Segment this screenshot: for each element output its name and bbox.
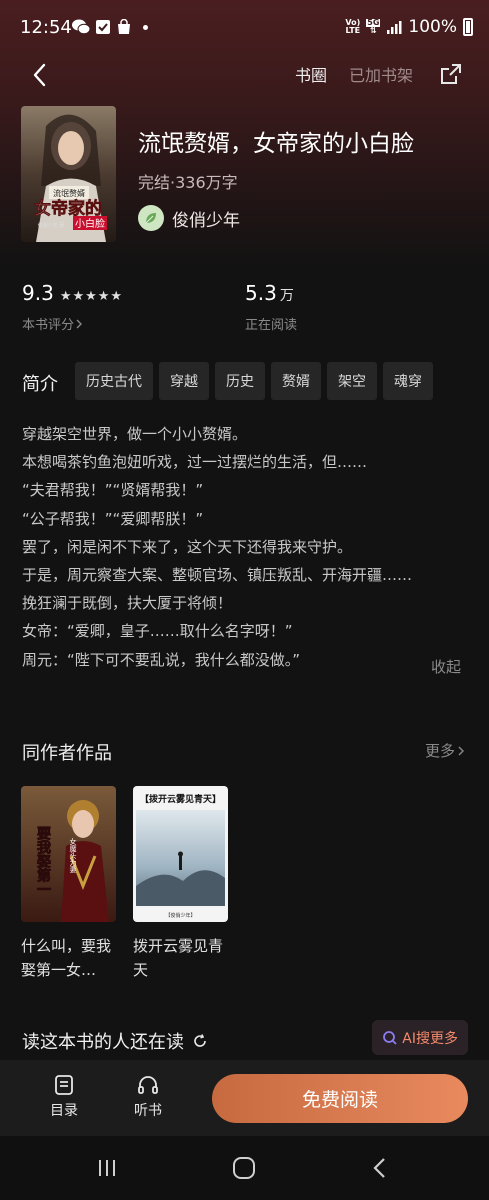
leaf-icon	[145, 213, 156, 224]
volte-indicator: Vo) LTE	[345, 18, 361, 35]
author-avatar	[138, 205, 164, 231]
battery-icon	[463, 18, 473, 36]
work-cover: 【拨开云雾见青天】 【俊俏少年】	[133, 786, 228, 922]
share-icon[interactable]	[439, 62, 463, 86]
synopsis-line: “夫君帮我！”“贤婿帮我！”	[22, 481, 204, 500]
toc-icon	[55, 1075, 73, 1095]
toc-label: 目录	[50, 1103, 78, 1119]
synopsis: 穿越架空世界，做一个小小赘婿。 本想喝茶钓鱼泡妞听戏，过一过摆烂的生活，但…… …	[22, 420, 470, 674]
signal-icon	[387, 21, 402, 34]
author-row[interactable]: 俊俏少年	[138, 205, 240, 231]
back-arrow-icon[interactable]	[26, 60, 56, 90]
readers-stat: 5.3 万 正在阅读	[245, 281, 297, 333]
work-card[interactable]: 要我娶第一 女魔头为妻 什么叫，要我娶第一女…	[21, 786, 117, 982]
readers-unit: 万	[279, 288, 294, 304]
tag-item[interactable]: 历史古代	[75, 362, 153, 400]
work-title: 什么叫，要我娶第一女…	[21, 937, 112, 979]
rating-stat[interactable]: 9.3 ★★★★★ 本书评分	[22, 281, 123, 333]
wechat-icon	[72, 19, 90, 35]
rating-value: 9.3	[22, 281, 54, 305]
synopsis-line: 穿越架空世界，做一个小小赘婿。	[22, 425, 248, 443]
more-label: 更多	[424, 742, 455, 760]
readers-value: 5.3	[245, 281, 277, 305]
book-status-wordcount: 完结·336万字	[138, 173, 238, 192]
work-cover: 要我娶第一 女魔头为妻	[21, 786, 116, 922]
tag-item[interactable]: 历史	[215, 362, 265, 400]
work-card[interactable]: 【拨开云雾见青天】 【俊俏少年】 拨开云雾见青天	[133, 786, 229, 982]
tag-item[interactable]: 穿越	[159, 362, 209, 400]
tag-item[interactable]: 架空	[327, 362, 377, 400]
bottom-action-bar: 目录 听书 免费阅读	[0, 1060, 489, 1136]
status-time: 12:54	[20, 17, 72, 38]
book-cover[interactable]: 流氓赘婿 女帝家的 小白脸 俊俏少年 著	[21, 106, 116, 242]
battery-percent: 100%	[408, 17, 457, 37]
synopsis-line: 挽狂澜于既倒，扶大厦于将倾！	[22, 594, 233, 613]
network-5g-indicator: 5G ⇅	[366, 18, 381, 35]
svg-text:流氓赘婿: 流氓赘婿	[53, 188, 85, 198]
svg-text:女帝家的: 女帝家的	[34, 198, 102, 219]
listen-button[interactable]: 听书	[123, 1074, 173, 1120]
status-bar: 12:54 Vo) LTE 5G ⇅ 100%	[0, 0, 489, 56]
svg-text:【俊俏少年】: 【俊俏少年】	[165, 912, 195, 919]
more-link[interactable]: 更多	[425, 740, 467, 761]
book-title: 流氓赘婿，女帝家的小白脸	[138, 131, 414, 157]
intro-heading: 简介	[22, 374, 58, 395]
book-cover-art: 流氓赘婿 女帝家的 小白脸 俊俏少年 著	[21, 106, 116, 242]
recent-apps-icon[interactable]	[92, 1156, 122, 1180]
synopsis-line: “公子帮我！”“爱卿帮朕！”	[22, 509, 204, 528]
chevron-right-icon	[458, 746, 464, 755]
search-icon	[383, 1030, 397, 1045]
tag-item[interactable]: 赘婿	[271, 362, 321, 400]
svg-text:要我娶第一: 要我娶第一	[35, 826, 51, 896]
author-name: 俊俏少年	[172, 210, 240, 231]
tag-item[interactable]: 魂穿	[383, 362, 433, 400]
readers-label: 正在阅读	[245, 318, 298, 333]
rating-stars: ★★★★★	[59, 289, 124, 304]
headphones-icon	[138, 1076, 158, 1094]
toc-button[interactable]: 目录	[39, 1074, 89, 1120]
svg-text:女魔头为妻: 女魔头为妻	[69, 837, 77, 874]
added-to-shelf-label[interactable]: 已加书架	[349, 62, 413, 86]
svg-text:【拨开云雾见青天】: 【拨开云雾见青天】	[140, 793, 221, 805]
system-back-icon[interactable]	[366, 1156, 396, 1180]
synopsis-line: 于是，周元察查大案、整顿官场、镇压叛乱、开海开疆……	[22, 565, 413, 584]
top-nav: 书圈 已加书架	[0, 56, 489, 96]
same-author-title: 同作者作品	[22, 743, 112, 764]
chevron-right-icon	[76, 319, 83, 328]
system-navigation-bar	[0, 1136, 489, 1200]
listen-label: 听书	[134, 1103, 162, 1119]
refresh-icon[interactable]	[192, 1033, 208, 1049]
also-reading-title: 读这本书的人还在读	[22, 1028, 208, 1054]
notification-icons	[72, 19, 148, 35]
ai-search-label: AI搜更多	[402, 1030, 458, 1047]
book-circle-link[interactable]: 书圈	[295, 62, 327, 86]
tag-list: 历史古代 穿越 历史 赘婿 架空 魂穿	[75, 362, 433, 400]
synopsis-line: 本想喝茶钓鱼泡妞听戏，过一过摆烂的生活，但……	[22, 453, 368, 472]
synopsis-line: 女帝：“爱卿，皇子……取什么名字呀！”	[22, 622, 293, 641]
checkbox-app-icon	[96, 20, 110, 34]
system-status: Vo) LTE 5G ⇅ 100%	[345, 17, 473, 37]
work-title: 拨开云雾见青天	[133, 937, 224, 979]
also-reading-label: 读这本书的人还在读	[22, 1032, 184, 1053]
svg-text:俊俏少年 著: 俊俏少年 著	[38, 222, 65, 229]
collapse-button[interactable]: 收起	[431, 656, 461, 677]
rating-label: 本书评分	[22, 318, 75, 333]
ai-search-button[interactable]: AI搜更多	[372, 1020, 468, 1055]
more-notifications-dot	[143, 24, 148, 30]
svg-text:小白脸: 小白脸	[75, 217, 105, 230]
shopping-bag-icon	[118, 19, 130, 34]
free-read-button[interactable]: 免费阅读	[212, 1074, 468, 1123]
home-icon[interactable]	[229, 1156, 259, 1180]
synopsis-line: 罢了，闲是闲不下来了，这个天下还得我来守护。	[22, 537, 353, 556]
synopsis-line: 周元：“陛下可不要乱说，我什么都没做。”	[22, 650, 301, 669]
